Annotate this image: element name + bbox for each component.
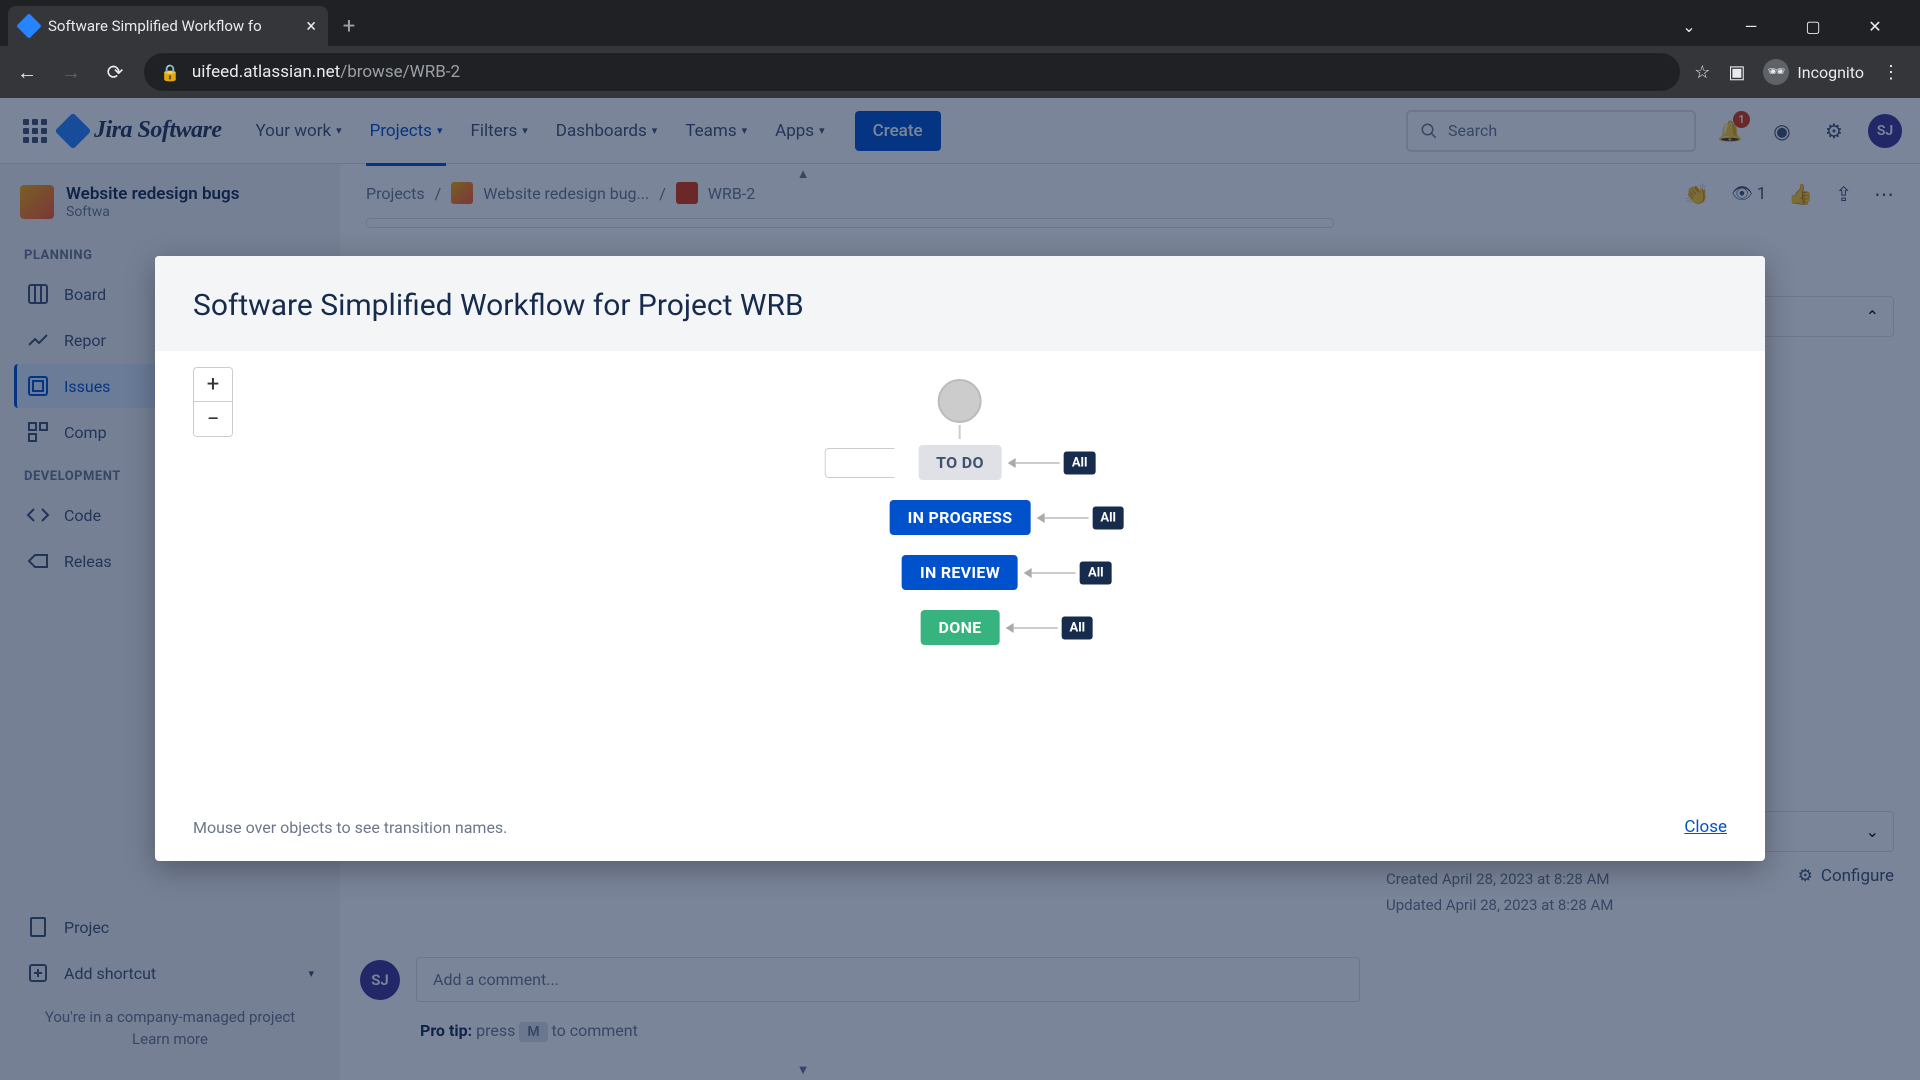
workflow-connector [1044,517,1088,519]
lock-icon: 🔒 [160,63,180,82]
close-button[interactable]: Close [1684,817,1727,837]
new-tab-button[interactable]: + [332,9,366,43]
modal-backdrop[interactable]: Software Simplified Workflow for Project… [0,98,1920,1080]
tab-title: Software Simplified Workflow fo [48,17,296,35]
extensions-icon[interactable]: ▣ [1728,62,1745,83]
url-input[interactable]: 🔒 uifeed.atlassian.net/browse/WRB-2 [144,53,1680,91]
minimize-icon[interactable]: ― [1734,17,1768,36]
url-domain: uifeed.atlassian.net [192,62,340,82]
arrow-left-icon [1024,568,1032,578]
zoom-out-button[interactable]: − [194,402,232,436]
jira-favicon [16,13,41,38]
browser-tab[interactable]: Software Simplified Workflow fo × [8,6,328,46]
maximize-icon[interactable]: ▢ [1796,17,1830,36]
close-window-icon[interactable]: ✕ [1858,17,1892,36]
bookmark-icon[interactable]: ☆ [1694,62,1710,83]
arrow-left-icon [1008,458,1016,468]
workflow-canvas[interactable]: + − TO DO All IN PROGRESS [155,351,1765,801]
transition-all-badge[interactable]: All [1064,451,1096,474]
workflow-connector [1016,462,1060,464]
back-button[interactable]: ← [12,57,42,87]
modal-hint: Mouse over objects to see transition nam… [193,818,507,837]
incognito-icon: 🕶 [1763,59,1789,85]
transition-all-badge[interactable]: All [1061,616,1093,639]
address-bar: ← → ⟳ 🔒 uifeed.atlassian.net/browse/WRB-… [0,46,1920,98]
workflow-start-node[interactable] [938,379,982,423]
tab-overview-icon[interactable]: ⌄ [1672,17,1706,36]
url-path: /browse/WRB-2 [340,62,460,82]
arrow-left-icon [1036,513,1044,523]
status-in-progress[interactable]: IN PROGRESS [890,500,1031,535]
workflow-connector [1032,572,1076,574]
status-done[interactable]: DONE [921,610,1000,645]
window-controls: ⌄ ― ▢ ✕ [1672,17,1912,36]
reload-button[interactable]: ⟳ [100,57,130,87]
close-tab-icon[interactable]: × [306,16,316,37]
workflow-self-loop [824,448,894,478]
zoom-in-button[interactable]: + [194,368,232,402]
status-todo[interactable]: TO DO [918,445,1002,480]
status-in-review[interactable]: IN REVIEW [902,555,1018,590]
workflow-connector [1013,627,1057,629]
browser-menu-icon[interactable]: ⋮ [1882,62,1900,83]
workflow-modal: Software Simplified Workflow for Project… [155,256,1765,861]
incognito-label: Incognito [1797,63,1864,82]
browser-tab-bar: Software Simplified Workflow fo × + ⌄ ― … [0,0,1920,46]
transition-all-badge[interactable]: All [1092,506,1124,529]
forward-button[interactable]: → [56,57,86,87]
zoom-controls: + − [193,367,233,437]
workflow-connector [959,425,961,439]
transition-all-badge[interactable]: All [1080,561,1112,584]
incognito-badge[interactable]: 🕶 Incognito [1763,59,1864,85]
arrow-left-icon [1005,623,1013,633]
modal-title: Software Simplified Workflow for Project… [193,288,1727,323]
